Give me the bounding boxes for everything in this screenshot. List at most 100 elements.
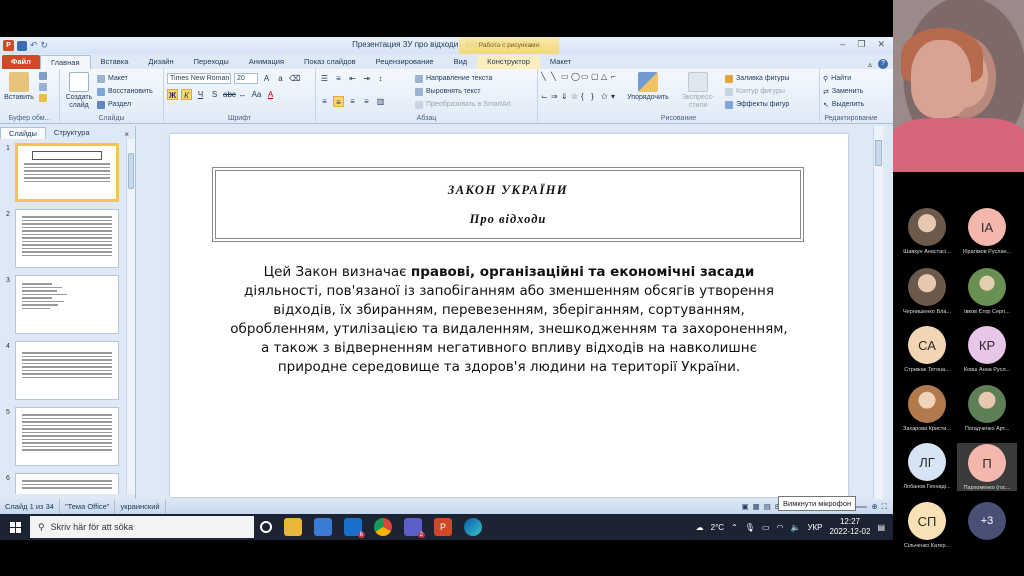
close-pane-icon[interactable]: × bbox=[124, 130, 129, 139]
shadow-icon[interactable]: S bbox=[209, 89, 220, 100]
minimize-icon[interactable]: – bbox=[840, 39, 845, 50]
participant-tile[interactable]: Івков Єгор Сергі... bbox=[957, 268, 1017, 315]
tab-constructor[interactable]: Конструктор bbox=[477, 55, 540, 69]
strikethrough-icon[interactable]: abc bbox=[223, 89, 236, 100]
thumbnail-row[interactable]: 4 bbox=[2, 341, 120, 402]
slide-thumbnail[interactable] bbox=[15, 473, 119, 494]
section-button[interactable]: Раздел bbox=[96, 98, 153, 111]
columns-icon[interactable]: ▥ bbox=[375, 96, 386, 107]
mail-icon[interactable]: 6 bbox=[344, 518, 365, 538]
powerpoint-logo-icon[interactable]: P bbox=[3, 40, 14, 51]
teams-icon[interactable]: 2 bbox=[404, 518, 425, 538]
help-icon[interactable]: ? bbox=[878, 59, 888, 69]
file-explorer-icon[interactable] bbox=[284, 518, 302, 536]
copy-icon[interactable] bbox=[38, 83, 47, 91]
current-slide[interactable]: ЗАКОН УКРАЇНИ Про відходи Цей Закон визн… bbox=[170, 134, 848, 497]
shape-fill-button[interactable]: Заливка фигуры bbox=[725, 72, 789, 85]
participant-tile[interactable]: IA Ібрагімов Руслан... bbox=[957, 208, 1017, 255]
more-participants-button[interactable]: +3 bbox=[957, 502, 1017, 540]
law-header-box[interactable]: ЗАКОН УКРАЇНИ Про відходи bbox=[212, 167, 804, 242]
layout-button[interactable]: Макет bbox=[96, 72, 153, 85]
temperature[interactable]: 2°C bbox=[711, 523, 724, 532]
new-slide-button[interactable]: Создать слайд bbox=[63, 72, 95, 110]
thumbnails-scrollbar[interactable] bbox=[126, 139, 135, 494]
redo-icon[interactable]: ↻ bbox=[41, 40, 49, 51]
slide-thumbnail[interactable] bbox=[15, 341, 119, 400]
presenter-video[interactable] bbox=[893, 0, 1024, 172]
align-right-icon[interactable]: ≡ bbox=[347, 96, 358, 107]
shape-effects-button[interactable]: Эффекты фигур bbox=[725, 98, 789, 111]
microphone-icon[interactable]: 🎙 bbox=[745, 523, 755, 532]
tab-home[interactable]: Главная bbox=[39, 55, 91, 69]
taskbar-search[interactable]: ⚲ Skriv här för att söka bbox=[30, 516, 254, 538]
spacing-icon[interactable]: ↔ bbox=[237, 89, 248, 100]
align-center-icon[interactable]: ≡ bbox=[333, 96, 344, 107]
start-button[interactable] bbox=[0, 514, 30, 540]
participant-tile[interactable]: СП Сільченко Катер... bbox=[897, 502, 957, 549]
tab-outline[interactable]: Структура bbox=[46, 127, 98, 139]
line-spacing-icon[interactable]: ↕ bbox=[375, 73, 386, 84]
powerpoint-taskbar-icon[interactable]: P bbox=[434, 518, 452, 536]
thumbnail-row[interactable]: 1 bbox=[2, 143, 120, 204]
replace-button[interactable]: ⇄ Заменить bbox=[823, 85, 864, 98]
reset-button[interactable]: Восстановить bbox=[96, 85, 153, 98]
tab-slideshow[interactable]: Показ слайдов bbox=[294, 55, 366, 69]
thumbnail-row[interactable]: 6 bbox=[2, 473, 120, 494]
shapes-gallery[interactable]: ╲ ╲ ▭ ◯ ▭ ▢ △ ⌐ ⌙ ⇒ ⇓ ☆{} ✩ ▾ bbox=[541, 72, 621, 110]
thumbnail-row[interactable]: 3 bbox=[2, 275, 120, 336]
minimize-ribbon-icon[interactable]: ▵ bbox=[868, 60, 872, 69]
underline-icon[interactable]: Ч bbox=[195, 89, 206, 100]
participant-tile[interactable]: СА Стрижак Тетяна... bbox=[897, 326, 957, 373]
shrink-font-icon[interactable]: a bbox=[275, 73, 286, 84]
thumbnail-row[interactable]: 5 bbox=[2, 407, 120, 468]
restore-icon[interactable]: ❐ bbox=[857, 39, 865, 50]
close-icon[interactable]: ✕ bbox=[877, 39, 885, 50]
paste-button[interactable]: Вставить bbox=[3, 72, 35, 102]
edge-icon[interactable] bbox=[464, 518, 482, 536]
format-painter-icon[interactable] bbox=[38, 94, 47, 102]
normal-view-icon[interactable]: ▣ bbox=[742, 502, 749, 511]
participant-tile[interactable]: ЛГ Лобанов Геннаді... bbox=[897, 443, 957, 490]
justify-icon[interactable]: ≡ bbox=[361, 96, 372, 107]
fit-slide-icon[interactable]: ⛶ bbox=[882, 502, 887, 512]
scrollbar-thumb[interactable] bbox=[875, 140, 882, 166]
tab-file[interactable]: Файл bbox=[2, 55, 40, 69]
tab-slides[interactable]: Слайды bbox=[0, 127, 46, 139]
volume-icon[interactable]: 🔈 bbox=[790, 523, 800, 532]
tab-design[interactable]: Дизайн bbox=[138, 55, 183, 69]
bullets-icon[interactable]: ☰ bbox=[319, 73, 330, 84]
numbering-icon[interactable]: ≡ bbox=[333, 73, 344, 84]
quick-styles-button[interactable]: Экспресс-стили bbox=[675, 72, 721, 111]
align-left-icon[interactable]: ≡ bbox=[319, 96, 330, 107]
italic-icon[interactable]: К bbox=[181, 89, 192, 100]
participant-tile[interactable]: Захарова Кристи... bbox=[897, 385, 957, 432]
slide-thumbnail[interactable] bbox=[15, 209, 119, 268]
select-button[interactable]: ↖ Выделить bbox=[823, 98, 864, 111]
undo-icon[interactable]: ↶ bbox=[30, 40, 38, 51]
font-name-select[interactable]: Times New Roman bbox=[167, 73, 231, 84]
participant-tile[interactable]: Шавкун Анастасі... bbox=[897, 208, 957, 255]
slide-thumbnail[interactable] bbox=[15, 143, 119, 202]
task-view-icon[interactable] bbox=[260, 521, 272, 533]
bold-icon[interactable]: Ж bbox=[167, 89, 178, 100]
tab-transitions[interactable]: Переходы bbox=[184, 55, 239, 69]
tab-layout[interactable]: Макет bbox=[540, 55, 581, 69]
align-text-button[interactable]: Выровнять текст bbox=[415, 85, 511, 98]
slide-thumbnail[interactable] bbox=[15, 407, 119, 466]
change-case-icon[interactable]: Aa bbox=[251, 89, 262, 100]
text-direction-button[interactable]: Направление текста bbox=[415, 72, 511, 85]
tab-animations[interactable]: Анимация bbox=[239, 55, 294, 69]
slide-thumbnail[interactable] bbox=[15, 275, 119, 334]
decrease-indent-icon[interactable]: ⇤ bbox=[347, 73, 358, 84]
input-language[interactable]: УКР bbox=[807, 523, 822, 532]
participant-tile[interactable]: П Пархоменко (гос... bbox=[957, 443, 1017, 491]
thumbnail-row[interactable]: 2 bbox=[2, 209, 120, 270]
scrollbar-thumb[interactable] bbox=[128, 153, 134, 189]
font-color-icon[interactable]: A bbox=[265, 89, 276, 100]
battery-icon[interactable]: ▭ bbox=[762, 523, 770, 532]
participant-tile[interactable]: КР Ковш Анна Русл... bbox=[957, 326, 1017, 373]
notifications-icon[interactable]: ▤ bbox=[877, 523, 885, 532]
store-icon[interactable] bbox=[314, 518, 332, 536]
find-button[interactable]: ⚲ Найти bbox=[823, 72, 864, 85]
shape-outline-button[interactable]: Контур фигуры bbox=[725, 85, 789, 98]
